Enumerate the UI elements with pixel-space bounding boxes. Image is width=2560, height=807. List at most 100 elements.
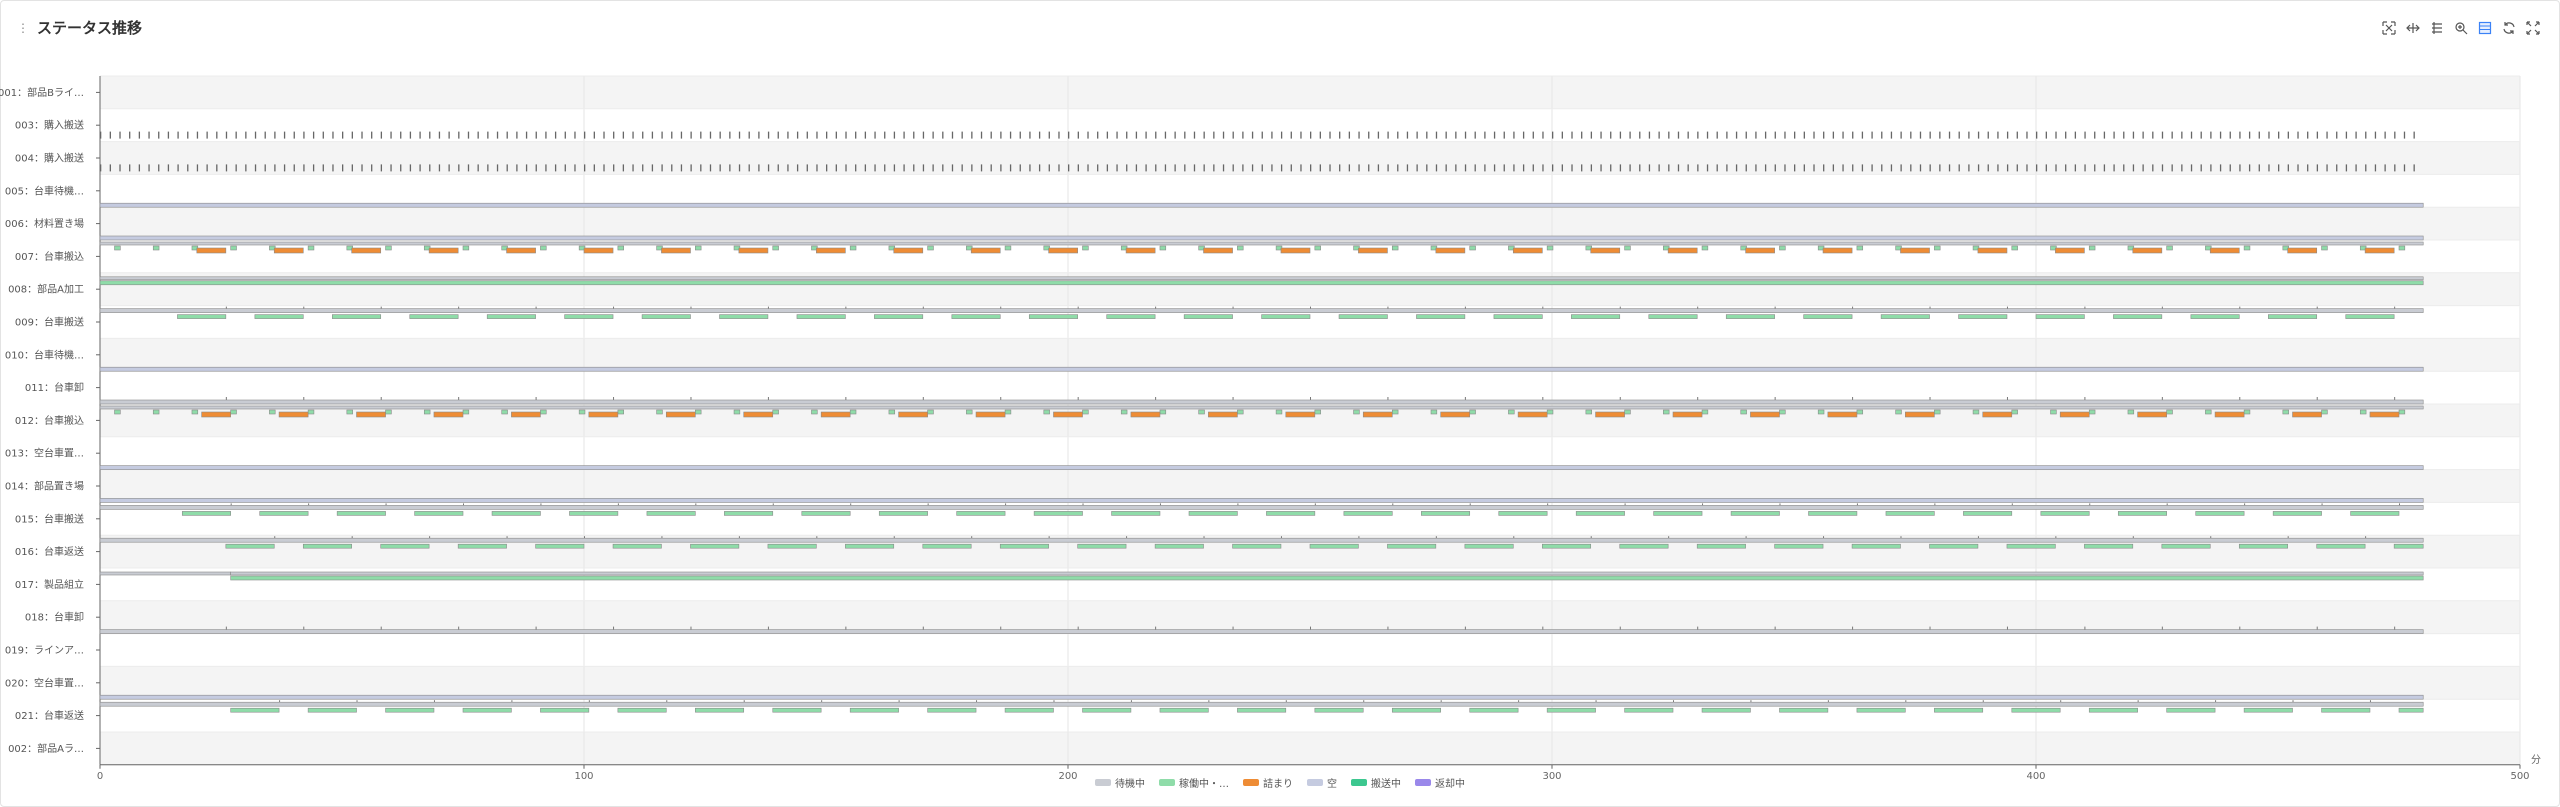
status-tick-mark: [2026, 131, 2028, 139]
status-tick-mark: [225, 397, 227, 400]
status-tick-mark: [225, 626, 227, 630]
status-tick-mark: [1029, 131, 1031, 139]
status-tick-mark: [1706, 131, 1709, 139]
status-tick-mark: [467, 164, 470, 172]
status-tick-mark: [2074, 131, 2077, 139]
status-segment-jam: [2287, 247, 2318, 254]
status-tick-mark: [680, 131, 683, 139]
status-segment-running: [1701, 245, 1709, 251]
row-label: 010：台車待機…: [5, 348, 84, 361]
status-segment-running: [2040, 511, 2090, 516]
status-segment-running: [409, 314, 459, 319]
status-segment-jam: [1125, 247, 1156, 254]
status-tick-mark: [1387, 164, 1389, 172]
status-tick-mark: [467, 131, 470, 139]
legend-swatch: [1415, 779, 1431, 786]
legend-item[interactable]: 空: [1307, 775, 1337, 790]
status-tick-mark: [206, 164, 208, 172]
status-tick-mark: [535, 626, 537, 630]
status-segment-running: [1972, 409, 1980, 415]
status-tick-mark: [922, 397, 924, 400]
status-tick-mark: [893, 164, 896, 172]
status-segment-running: [578, 409, 586, 415]
status-tick-mark: [2297, 164, 2299, 172]
status-segment-running: [1542, 543, 1592, 549]
status-segment-jam: [2137, 411, 2167, 418]
status-tick-mark: [1087, 164, 1089, 172]
status-segment-running: [1028, 314, 1078, 319]
status-tick-mark: [1310, 626, 1311, 630]
legend-label: 待機中: [1115, 779, 1145, 790]
legend-item[interactable]: 搬送中: [1351, 775, 1401, 790]
status-segment-running: [181, 511, 231, 516]
status-segment-empty: [99, 498, 2424, 503]
legend-item[interactable]: 稼働中・…: [1159, 775, 1229, 790]
status-tick-mark: [874, 131, 876, 139]
status-tick-mark: [458, 131, 460, 139]
row-label: 020：空台車置…: [5, 676, 84, 689]
row-band: [100, 338, 2520, 372]
status-segment-running: [1779, 707, 1829, 713]
status-tick-mark: [2413, 131, 2415, 139]
status-segment-running: [951, 314, 1001, 319]
status-tick-mark: [2258, 131, 2260, 139]
status-segment-jam: [738, 247, 769, 254]
status-tick-mark: [2132, 164, 2135, 172]
status-tick-mark: [1319, 131, 1321, 139]
status-tick-mark: [2326, 131, 2328, 139]
legend-item[interactable]: 詰まり: [1243, 775, 1293, 790]
status-tick-mark: [1861, 131, 1864, 139]
status-segment-jam: [1900, 247, 1930, 254]
status-tick-mark: [2006, 397, 2008, 400]
status-segment-running: [1309, 543, 1359, 549]
status-tick-mark: [167, 164, 170, 172]
status-tick-mark: [1280, 164, 1283, 172]
row-label: 001：部品Bライ…: [0, 86, 84, 99]
status-segment-running: [230, 575, 2424, 581]
status-segment-running: [1004, 409, 1012, 415]
status-tick-mark: [371, 164, 373, 172]
status-tick-mark: [1019, 131, 1021, 139]
status-segment-jam: [583, 247, 614, 254]
status-tick-mark: [1464, 397, 1466, 400]
status-segment-running: [878, 511, 928, 516]
status-tick-mark: [2152, 131, 2154, 139]
legend-item[interactable]: 待機中: [1095, 775, 1145, 790]
status-tick-mark: [1232, 164, 1234, 172]
status-tick-mark: [1929, 626, 1931, 630]
row-band: [100, 469, 2520, 503]
status-segment-running: [1779, 245, 1786, 251]
status-tick-mark: [2210, 164, 2212, 172]
status-segment-jam: [1977, 247, 2008, 254]
status-tick-mark: [1164, 164, 1167, 172]
status-segment-running: [1314, 245, 1321, 251]
legend-item[interactable]: 返却中: [1415, 775, 1465, 790]
status-tick-mark: [2355, 164, 2357, 172]
status-tick-mark: [2278, 164, 2280, 172]
status-tick-mark: [1377, 164, 1380, 172]
status-tick-mark: [1038, 164, 1041, 172]
status-tick-mark: [293, 131, 295, 139]
status-tick-mark: [235, 164, 237, 172]
status-tick-mark: [719, 164, 721, 172]
status-tick-mark: [729, 131, 731, 139]
status-tick-mark: [777, 131, 779, 139]
status-segment-running: [307, 409, 315, 415]
status-tick-mark: [1484, 164, 1486, 172]
status-segment-jam: [2209, 247, 2240, 254]
status-segment-running: [1701, 707, 1751, 713]
status-tick-mark: [2065, 131, 2067, 139]
status-tick-mark: [1677, 131, 1680, 139]
status-segment-running: [2011, 245, 2018, 251]
status-segment-running: [462, 707, 512, 713]
status-segment-empty: [99, 465, 2424, 470]
status-segment-running: [1774, 543, 1824, 549]
status-tick-mark: [2084, 397, 2086, 400]
status-tick-mark: [1310, 397, 1311, 400]
status-segment-running: [1004, 245, 1012, 251]
status-segment-idle: [99, 701, 2424, 707]
status-segment-running: [2166, 245, 2173, 251]
status-tick-mark: [1377, 131, 1380, 139]
status-segment-running: [152, 409, 160, 415]
status-tick-mark: [2287, 164, 2289, 172]
